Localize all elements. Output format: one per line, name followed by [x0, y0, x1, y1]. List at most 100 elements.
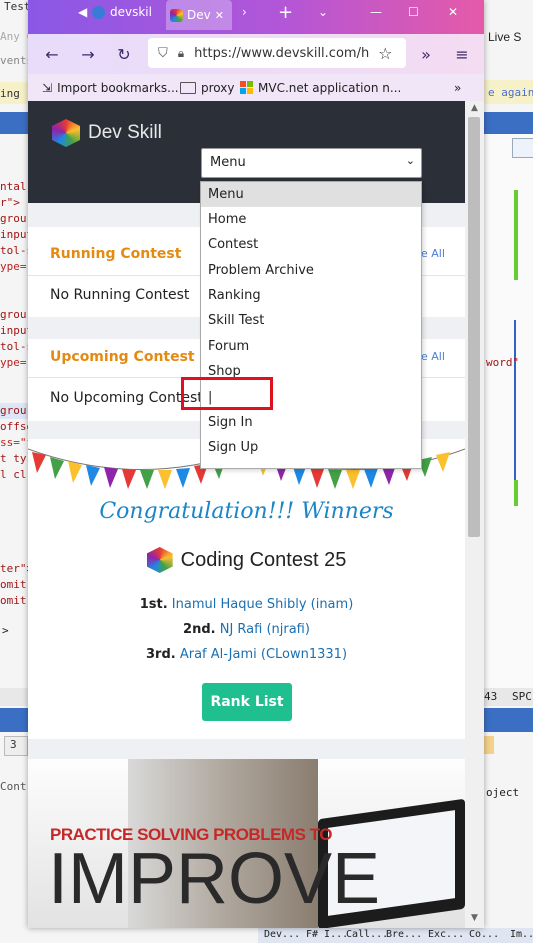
bg-right-panel	[514, 320, 533, 480]
new-tab-icon[interactable]: +	[278, 0, 294, 24]
code-line: grou	[0, 404, 27, 417]
back-icon[interactable]: ←	[42, 44, 62, 64]
bottom-tab[interactable]: Im...	[510, 929, 533, 940]
bg-spc: SPC	[512, 690, 532, 703]
running-contest-text: No Running Contest	[50, 287, 190, 303]
tab-list-chevron-icon[interactable]: ⌄	[318, 0, 334, 24]
code-line: t ty	[0, 452, 27, 465]
winners-card: Congratulation!!! Winners Coding Contest…	[28, 439, 465, 739]
bg-blue-strip	[0, 112, 28, 134]
contest-title: Coding Contest 25	[180, 548, 347, 571]
menu-option-ranking[interactable]: Ranking	[201, 283, 421, 308]
menu-option-skill-test[interactable]: Skill Test	[201, 308, 421, 333]
bookmark-import[interactable]: ⇲ Import bookmarks...	[42, 74, 179, 101]
bg-e-again: e again	[488, 86, 533, 99]
shield-icon: ⛉	[158, 45, 168, 61]
bookmark-label: Import bookmarks...	[57, 80, 179, 95]
tab-devskill-inactive[interactable]: devskil	[92, 0, 164, 24]
brand-name: Dev Skill	[88, 122, 162, 143]
devskill-logo-icon	[146, 547, 173, 573]
bg-word: word"	[486, 356, 520, 369]
title-bar: ◀ devskil Dev ✕ › + ⌄ — ☐ ✕	[28, 0, 484, 34]
red-highlight-box	[181, 377, 273, 410]
chevron-down-icon: ⌄	[405, 154, 415, 167]
upcoming-contest-title: Upcoming Contest	[50, 349, 195, 365]
bg-change-marker	[514, 190, 518, 280]
menu-option-contest[interactable]: Contest	[201, 232, 421, 257]
winner-row: 3rd. Araf Al-Jami (CLown1331)	[28, 647, 465, 662]
forward-icon[interactable]: →	[78, 44, 98, 64]
code-line: grou	[0, 308, 27, 321]
code-line: grou	[0, 212, 27, 225]
site-logo[interactable]: Dev Skill	[52, 119, 162, 147]
winner-row: 2nd. NJ Rafi (njrafi)	[28, 622, 465, 637]
winner-name-link[interactable]: NJ Rafi (njrafi)	[220, 622, 310, 637]
bg-3: 3	[10, 738, 17, 751]
upcoming-see-all-link[interactable]: e All	[421, 350, 445, 363]
bottom-tab[interactable]: F# I...	[306, 929, 348, 940]
bookmark-label: proxy	[201, 80, 235, 95]
tab-label: Dev	[187, 8, 211, 22]
code-line: r">	[0, 196, 20, 209]
scrollbar[interactable]: ▲ ▼	[465, 101, 484, 928]
contest-title-row: Coding Contest 25	[28, 547, 465, 573]
menu-option-forum[interactable]: Forum	[201, 334, 421, 359]
menu-select[interactable]: Menu ⌄	[201, 148, 422, 178]
rank-list-button[interactable]: Rank List	[202, 683, 292, 721]
menu-option-sign-up[interactable]: Sign Up	[201, 435, 421, 460]
winner-name-link[interactable]: Araf Al-Jami (CLown1331)	[180, 647, 347, 662]
menu-dropdown-list: Menu Home Contest Problem Archive Rankin…	[200, 181, 422, 469]
bookmark-star-icon[interactable]: ☆	[378, 44, 392, 63]
close-window-icon[interactable]: ✕	[448, 0, 464, 24]
microsoft-icon	[240, 81, 253, 94]
winner-row: 1st. Inamul Haque Shibly (inam)	[28, 597, 465, 612]
devskill-logo-icon	[52, 119, 80, 147]
bg-tab-test: Test	[4, 0, 31, 13]
code-line: l cl	[0, 468, 27, 481]
code-line: >	[2, 624, 9, 637]
url-bar[interactable]: ⛉ 🔒︎ https://www.devskill.com/h ☆	[148, 38, 406, 68]
scroll-down-icon[interactable]: ▼	[471, 913, 478, 923]
bg-oject: oject	[486, 786, 520, 799]
folder-icon	[180, 81, 196, 94]
winner-name-link[interactable]: Inamul Haque Shibly (inam)	[172, 597, 353, 612]
menu-option-menu[interactable]: Menu	[201, 182, 421, 207]
devskill-favicon-icon	[170, 8, 183, 22]
winner-rank: 3rd.	[145, 647, 176, 662]
bottom-tab[interactable]: Call...	[346, 929, 388, 940]
bookmark-proxy[interactable]: proxy	[180, 74, 234, 101]
tab-close-icon[interactable]: ✕	[215, 9, 224, 22]
import-icon: ⇲	[42, 80, 53, 95]
bookmarks-bar: ⇲ Import bookmarks... proxy MVC.net appl…	[28, 74, 484, 101]
scroll-up-icon[interactable]: ▲	[471, 103, 478, 113]
bottom-tab[interactable]: Exc...	[428, 929, 464, 940]
browser-window: ◀ devskil Dev ✕ › + ⌄ — ☐ ✕ ← → ↻ ⛉ 🔒︎ h…	[28, 0, 484, 928]
minimize-icon[interactable]: —	[370, 0, 386, 24]
hamburger-menu-icon[interactable]: ≡	[452, 44, 472, 64]
bookmarks-overflow-icon[interactable]: »	[454, 74, 461, 101]
lock-icon: 🔒︎	[177, 45, 185, 60]
overflow-icon[interactable]: »	[416, 44, 436, 64]
upcoming-contest-text: No Upcoming Contest	[50, 390, 203, 406]
running-contest-title: Running Contest	[50, 246, 182, 262]
menu-option-problem-archive[interactable]: Problem Archive	[201, 258, 421, 283]
running-see-all-link[interactable]: e All	[421, 247, 445, 260]
menu-option-sign-in[interactable]: Sign In	[201, 410, 421, 435]
bottom-tab[interactable]: Co...	[469, 929, 499, 940]
maximize-icon[interactable]: ☐	[408, 0, 424, 24]
menu-option-home[interactable]: Home	[201, 207, 421, 232]
reload-icon[interactable]: ↻	[114, 44, 134, 64]
promo-banner: PRACTICE SOLVING PROBLEMS TO IMPROVE	[28, 759, 465, 928]
scrollbar-thumb[interactable]	[468, 117, 480, 537]
bottom-tab[interactable]: Bre...	[386, 929, 422, 940]
page-content: Dev Skill Menu ⌄ Running Contest e All N…	[28, 101, 465, 928]
tab-scroll-right-icon[interactable]: ›	[242, 0, 258, 24]
bg-live-share: Live S	[488, 30, 522, 44]
bookmark-mvc[interactable]: MVC.net application n...	[240, 74, 401, 101]
bg-change-marker	[514, 480, 518, 506]
tab-devskill-active[interactable]: Dev ✕	[166, 0, 232, 30]
firefox-icon	[92, 5, 105, 19]
bottom-tab[interactable]: Dev...	[264, 929, 300, 940]
bg-blue-strip-right	[484, 112, 533, 134]
bookmark-label: MVC.net application n...	[258, 80, 402, 95]
